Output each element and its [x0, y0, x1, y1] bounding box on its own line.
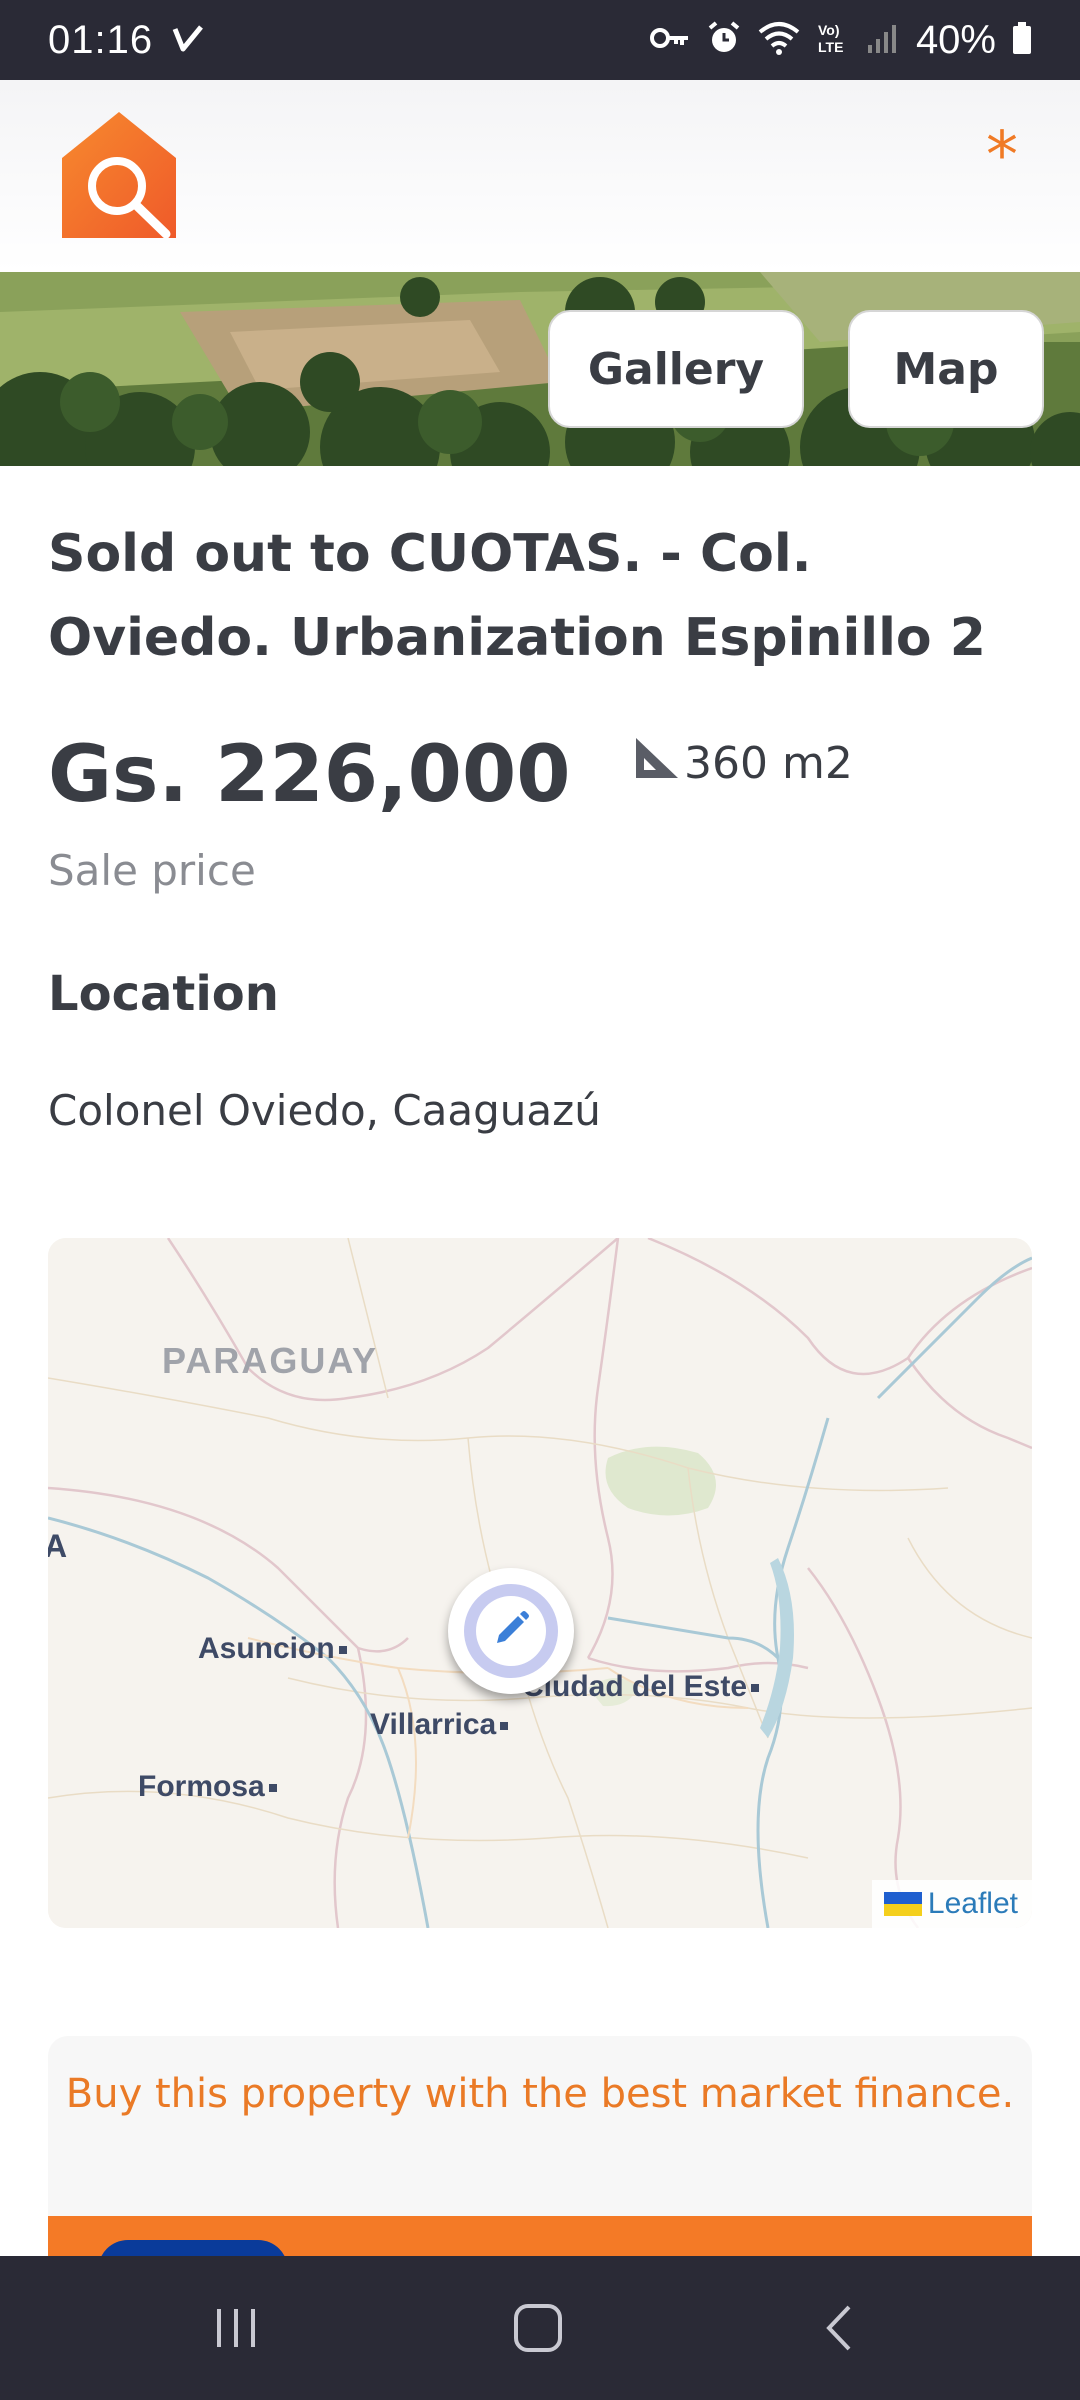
map-edge-label: A	[48, 1528, 68, 1564]
finance-button[interactable]	[98, 2240, 288, 2256]
location-map[interactable]: PARAGUAY A Asuncion Villarrica Formosa C…	[48, 1238, 1032, 1928]
svg-text:Vo): Vo)	[818, 22, 840, 38]
finance-text: Buy this property with the best market f…	[65, 2071, 1015, 2117]
check-icon	[171, 21, 205, 59]
svg-text:LTE: LTE	[818, 39, 843, 55]
back-icon[interactable]	[800, 2296, 880, 2360]
ukraine-flag-icon	[883, 1892, 922, 1916]
finance-banner[interactable]	[48, 2216, 1032, 2256]
listing-area-value: 360 m2	[684, 738, 853, 789]
map-city-formosa: Formosa	[138, 1770, 277, 1804]
map-marker[interactable]	[448, 1568, 574, 1694]
listing-title: Sold out to CUOTAS. - Col. Oviedo. Urban…	[48, 524, 986, 668]
map-city-villarrica-text: Villarrica	[370, 1708, 497, 1741]
map-city-formosa-text: Formosa	[138, 1770, 265, 1803]
map-button[interactable]: Map	[848, 310, 1044, 428]
listing-area: 360 m2	[634, 736, 853, 791]
location-text: Colonel Oviedo, Caaguazú	[48, 1086, 601, 1135]
volte-icon: Vo) LTE	[816, 20, 850, 60]
signal-icon	[866, 21, 900, 59]
map-country-label: PARAGUAY	[162, 1340, 379, 1381]
key-icon	[649, 23, 690, 57]
gallery-button[interactable]: Gallery	[548, 310, 804, 428]
leaflet-link[interactable]: Leaflet	[928, 1887, 1018, 1921]
map-city-ciudad-del-este: Ciudad del Este	[522, 1670, 760, 1704]
home-icon[interactable]	[498, 2296, 578, 2360]
recent-apps-icon[interactable]	[196, 2296, 276, 2360]
map-city-villarrica: Villarrica	[370, 1708, 509, 1742]
alarm-icon	[706, 20, 742, 60]
price-label: Sale price	[48, 846, 256, 895]
app-header: *	[0, 80, 1080, 272]
wifi-icon	[758, 20, 800, 60]
map-city-asuncion-text: Asuncion	[198, 1632, 335, 1665]
pencil-icon	[491, 1609, 531, 1653]
property-photo: Gallery Map	[0, 272, 1080, 466]
battery-icon	[1012, 21, 1032, 59]
listing-price: Gs. 226,000	[48, 730, 571, 820]
status-time: 01:16	[48, 17, 154, 62]
house-search-logo[interactable]	[62, 112, 176, 239]
ruler-triangle-icon	[634, 736, 680, 791]
location-heading: Location	[48, 966, 279, 1022]
system-nav-bar	[0, 2256, 1080, 2400]
map-city-asuncion: Asuncion	[198, 1632, 347, 1666]
menu-star-button[interactable]: *	[986, 124, 1018, 188]
map-attribution[interactable]: Leaflet	[871, 1880, 1032, 1928]
battery-percent: 40%	[915, 17, 996, 62]
status-bar: 01:16 Vo) LTE 40%	[0, 0, 1080, 80]
